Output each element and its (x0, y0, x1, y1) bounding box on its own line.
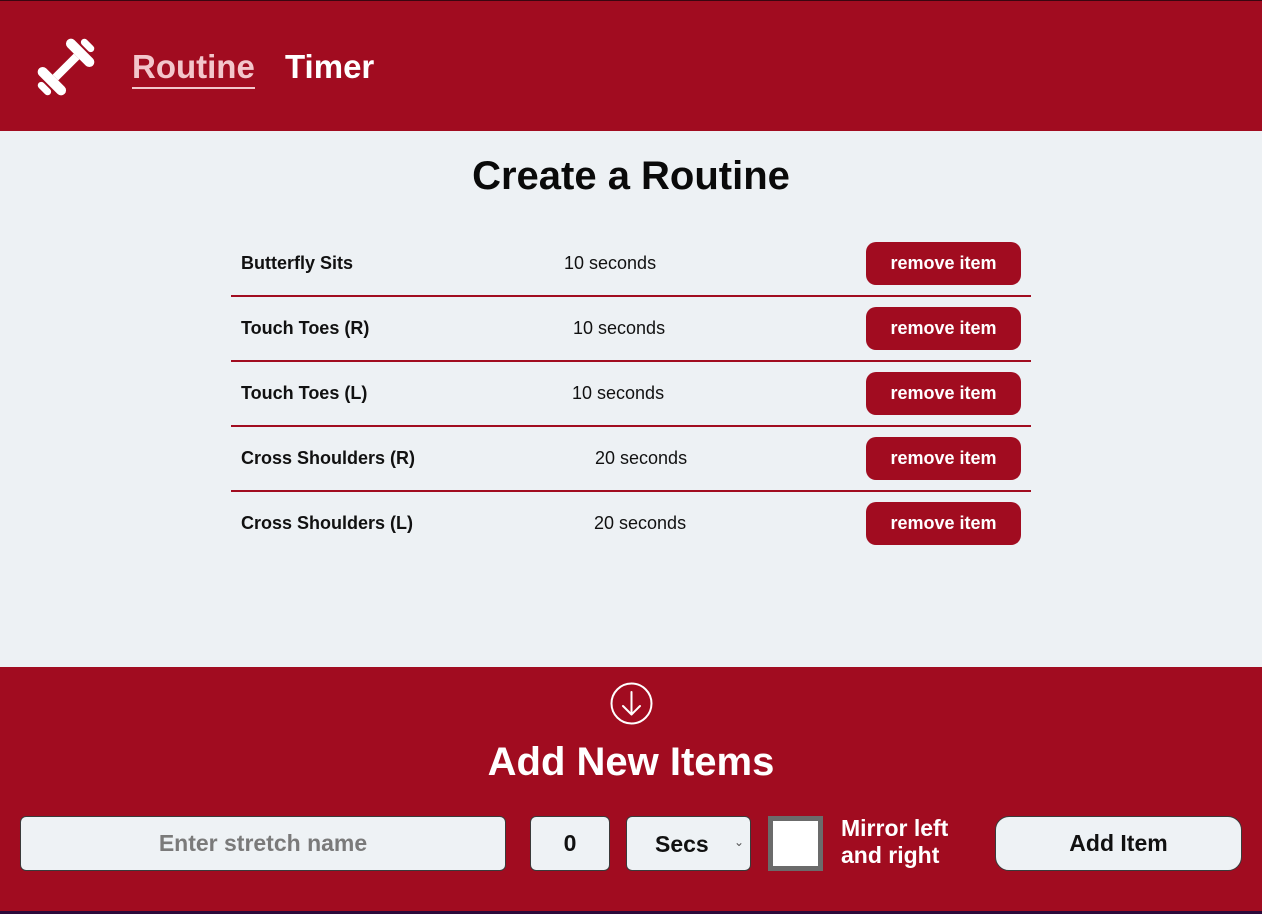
routine-item-duration: 10 seconds (573, 318, 666, 338)
remove-item-button[interactable]: remove item (866, 437, 1021, 480)
routine-item-duration: 20 seconds (595, 448, 688, 468)
chevron-down-icon: ⌄ (733, 835, 744, 849)
remove-item-button[interactable]: remove item (866, 372, 1021, 415)
routine-item-name: Cross Shoulders (L) (241, 513, 414, 533)
remove-item-button[interactable]: remove item (866, 502, 1021, 545)
routine-row: Touch Toes (R) 10 seconds remove item (231, 297, 1031, 362)
routine-item-name: Butterfly Sits (241, 253, 354, 273)
duration-quantity-input[interactable] (530, 816, 610, 871)
routine-row: Butterfly Sits 10 seconds remove item (231, 232, 1031, 297)
page-title: Create a Routine (472, 154, 790, 198)
remove-item-button[interactable]: remove item (866, 307, 1021, 350)
routine-row: Cross Shoulders (L) 20 seconds remove it… (231, 492, 1031, 557)
routine-item-duration: 20 seconds (594, 513, 687, 533)
stretch-name-input[interactable] (20, 816, 506, 871)
routine-row: Touch Toes (L) 10 seconds remove item (231, 362, 1031, 427)
add-items-section: Add New Items Secs ⌄ Mirror left and rig… (0, 667, 1262, 914)
mirror-checkbox[interactable] (768, 816, 823, 871)
add-item-button[interactable]: Add Item (995, 816, 1242, 871)
routine-row: Cross Shoulders (R) 20 seconds remove it… (231, 427, 1031, 492)
selected-unit-label: Secs (655, 831, 709, 857)
duration-unit-select[interactable]: Secs ⌄ (626, 816, 751, 871)
dumbbell-icon[interactable] (30, 33, 102, 101)
routine-list: Butterfly Sits 10 seconds remove item To… (231, 232, 1031, 557)
routine-item-duration: 10 seconds (564, 253, 657, 273)
nav-timer-link[interactable]: Timer (285, 47, 374, 87)
remove-item-button[interactable]: remove item (866, 242, 1021, 285)
add-items-title: Add New Items (487, 740, 775, 784)
app-root: Routine Timer Create a Routine Butterfly… (0, 0, 1262, 914)
routine-section: Create a Routine Butterfly Sits 10 secon… (0, 131, 1262, 667)
routine-item-name: Touch Toes (L) (241, 383, 368, 403)
routine-item-name: Cross Shoulders (R) (241, 448, 416, 468)
mirror-label: Mirror left and right (841, 815, 949, 868)
top-header: Routine Timer (0, 0, 1262, 131)
arrow-down-circle-icon[interactable] (610, 682, 653, 725)
routine-item-name: Touch Toes (R) (241, 318, 370, 338)
nav-routine-link[interactable]: Routine (132, 47, 255, 89)
routine-item-duration: 10 seconds (572, 383, 665, 403)
